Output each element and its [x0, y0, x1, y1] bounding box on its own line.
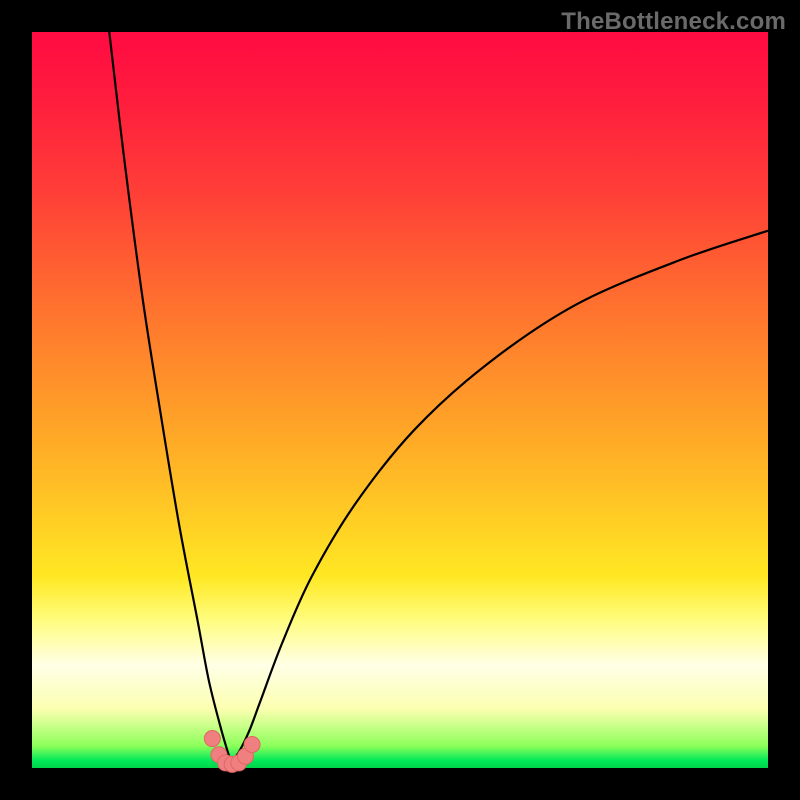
curve-right-branch	[231, 231, 768, 761]
watermark-text: TheBottleneck.com	[561, 8, 786, 36]
plot-area	[32, 32, 768, 768]
curves-layer	[32, 32, 768, 768]
trough-dot	[244, 736, 260, 752]
trough-dots	[204, 731, 260, 773]
trough-dot	[204, 731, 220, 747]
curve-left-branch	[109, 32, 230, 761]
